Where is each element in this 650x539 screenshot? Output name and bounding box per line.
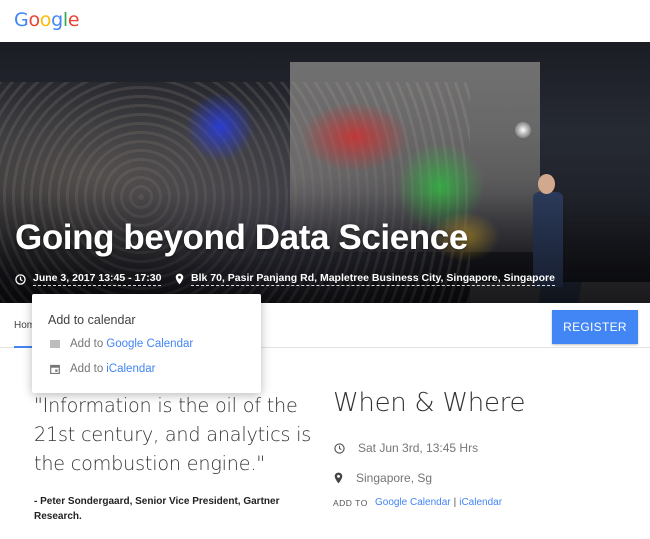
add-to-links: Google Calendar | iCalendar [375,497,502,508]
option-prefix: Add to [70,363,104,375]
hero-banner: Going beyond Data Science June 3, 2017 1… [0,42,650,303]
google-logo[interactable]: Google [14,9,80,31]
event-location[interactable]: Blk 70, Pasir Panjang Rd, Mapletree Busi… [175,272,555,286]
logo-letter: o [28,9,40,31]
when-where-title: When & Where [333,388,526,418]
event-date-text: Sat Jun 3rd, 13:45 Hrs [358,441,479,455]
logo-letter: o [39,9,52,31]
popup-title: Add to calendar [48,313,136,327]
hero-light-blue [185,92,255,162]
top-bar: Google [0,0,650,42]
event-location-text: Blk 70, Pasir Panjang Rd, Mapletree Busi… [191,272,555,286]
logo-letter: G [14,9,29,31]
event-title: Going beyond Data Science [15,218,468,257]
event-place-row: Singapore, Sg [334,471,432,485]
icalendar-link[interactable]: iCalendar [106,363,155,375]
location-pin-icon [175,273,184,285]
event-date-row: Sat Jun 3rd, 13:45 Hrs [334,441,478,455]
google-calendar-icon [50,340,60,348]
location-pin-icon [334,472,343,484]
logo-letter: e [67,9,80,31]
event-place-text: Singapore, Sg [356,471,433,485]
add-to-label: ADD TO [333,498,368,508]
add-icalendar-option[interactable]: Add to iCalendar [50,363,155,375]
event-datetime[interactable]: June 3, 2017 13:45 - 17:30 [15,272,162,286]
hero-light-red [300,102,410,172]
quote-author: - Peter Sondergaard, Senior Vice Preside… [34,496,280,522]
event-quote: "Information is the oil of the 21st cent… [34,394,312,475]
clock-icon [15,273,26,285]
option-prefix: Add to [70,338,104,350]
google-calendar-link[interactable]: Google Calendar [375,497,451,508]
tab-active-indicator [14,346,34,348]
icalendar-link[interactable]: iCalendar [459,497,502,508]
logo-letter: g [51,9,63,31]
event-datetime-text: June 3, 2017 13:45 - 17:30 [33,272,162,286]
link-separator: | [453,497,457,508]
clock-icon [334,442,345,454]
calendar-icon [50,364,60,374]
add-to-calendar-popup: Add to calendar Add to Google Calendar A… [32,294,261,393]
hero-speaker-head [538,174,555,194]
register-button[interactable]: REGISTER [552,310,638,344]
hero-spotlight [515,122,531,138]
google-calendar-link[interactable]: Google Calendar [106,338,193,350]
add-google-calendar-option[interactable]: Add to Google Calendar [50,338,193,350]
